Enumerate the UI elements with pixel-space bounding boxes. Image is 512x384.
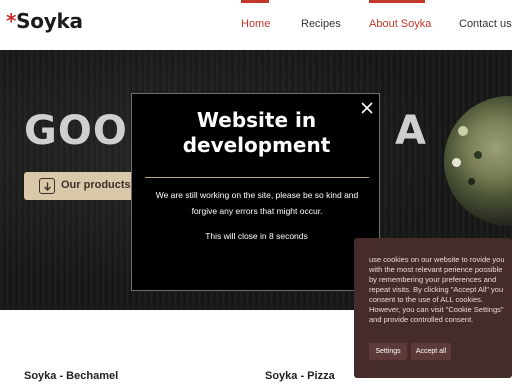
cookie-consent-panel: use cookies on our website to rovide you…: [354, 238, 512, 378]
accept-all-button[interactable]: Accept all: [411, 343, 451, 360]
logo-star: *: [6, 9, 17, 33]
nav-item-contact[interactable]: Contact us: [459, 18, 512, 30]
modal-timer: This will close in 8 seconds: [205, 231, 308, 241]
modal-title: Website in development: [182, 108, 331, 157]
nav-item-recipes[interactable]: Recipes: [301, 18, 341, 30]
site-header: *Soyka Home Recipes About Soyka Contact …: [0, 0, 512, 50]
close-icon[interactable]: [358, 99, 376, 117]
product-title-pizza[interactable]: Soyka - Pizza: [265, 370, 335, 382]
cookie-text: use cookies on our website to rovide you…: [369, 255, 505, 324]
modal-divider: [145, 177, 369, 178]
our-products-label: Our products: [61, 179, 131, 191]
cookie-settings-button[interactable]: Settings: [369, 343, 407, 360]
modal-message: We are still working on the site, please…: [155, 190, 359, 216]
product-title-bechamel[interactable]: Soyka - Bechamel: [24, 370, 118, 382]
logo-text: Soyka: [16, 9, 83, 33]
logo[interactable]: *Soyka: [6, 9, 83, 33]
arrow-down-icon: [39, 178, 55, 194]
nav-item-about[interactable]: About Soyka: [369, 18, 431, 30]
nav-active-indicator-about: [369, 0, 425, 3]
nav-active-indicator-home: [241, 0, 269, 3]
hero-title-end: A: [395, 108, 428, 154]
development-modal: Website in development We are still work…: [131, 93, 380, 291]
nav-item-home[interactable]: Home: [241, 18, 270, 30]
